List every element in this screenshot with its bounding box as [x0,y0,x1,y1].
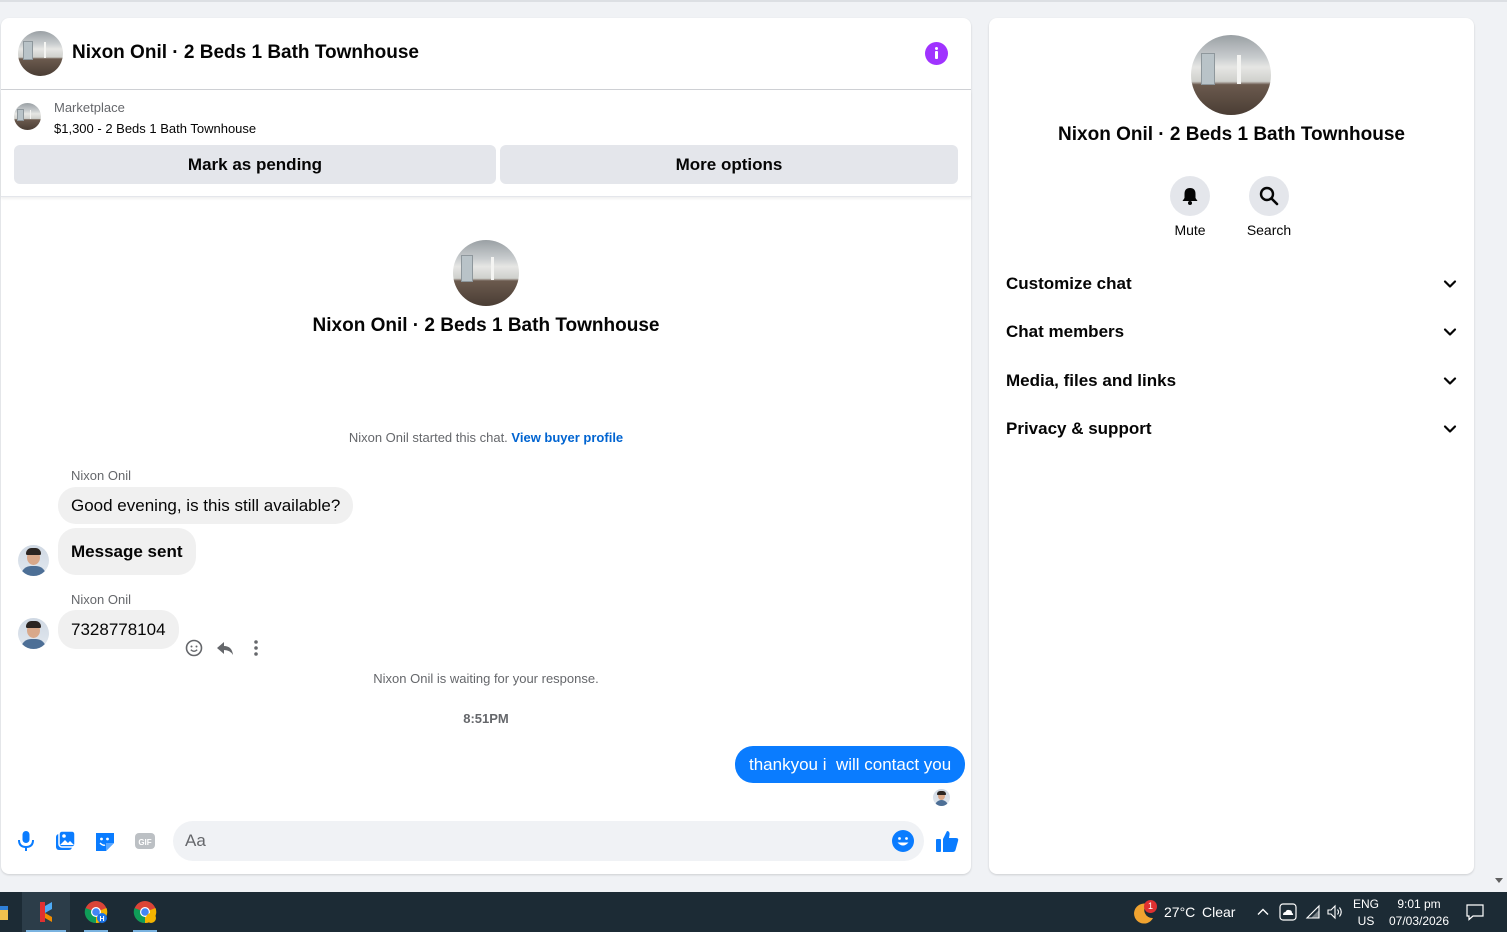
folder-icon [0,906,8,920]
chevron-down-icon [1443,328,1457,336]
details-title: Nixon Onil · 2 Beds 1 Bath Townhouse [1058,124,1405,145]
chat-panel: Nixon Onil · 2 Beds 1 Bath Townhouse Mar… [1,18,971,874]
windows-taskbar: H 1 27°C Clear ENG US 9:01 pm 07/03/2026 [0,892,1507,932]
sender-avatar[interactable] [18,545,49,576]
microphone-icon[interactable] [13,829,39,853]
clock-date: 07/03/2026 [1388,914,1450,928]
volume-icon[interactable] [1326,904,1344,920]
incoming-message[interactable]: Message sent [58,528,196,575]
more-options-button[interactable]: More options [500,145,958,184]
chat-started-notice: Nixon Onil started this chat. View buyer… [1,430,971,445]
section-media-files-links[interactable]: Media, files and links [1006,363,1458,399]
section-label: Media, files and links [1006,371,1177,390]
onedrive-cloud-icon[interactable] [1279,903,1297,921]
app-icon [40,902,52,922]
photo-icon[interactable] [52,829,78,853]
taskbar-active-app[interactable] [22,892,70,932]
svg-text:GIF: GIF [138,838,151,847]
conversation-title[interactable]: Nixon Onil · 2 Beds 1 Bath Townhouse [72,42,419,64]
scrollbar-down-arrow[interactable] [1495,878,1503,883]
mute-button[interactable] [1170,176,1210,216]
section-label: Privacy & support [1006,419,1152,438]
chat-header: Nixon Onil · 2 Beds 1 Bath Townhouse [1,18,971,90]
message-input[interactable] [185,821,885,861]
section-label: Customize chat [1006,274,1132,293]
sticker-icon[interactable] [92,829,118,853]
react-emoji-icon[interactable] [183,637,205,659]
listing-avatar[interactable] [18,31,63,76]
clock-time: 9:01 pm [1397,897,1441,911]
like-thumbs-up-icon[interactable] [934,828,960,854]
chevron-down-icon [1443,280,1457,288]
search-icon [1259,186,1279,206]
message-composer[interactable] [173,821,924,861]
chevron-up-icon[interactable] [1256,905,1270,919]
message-timestamp: 8:51PM [463,711,509,726]
weather-notification-badge: 1 [1144,900,1157,913]
browser-top-border [0,0,1507,2]
bell-icon [1182,188,1198,205]
intro-listing-avatar [453,240,519,306]
weather-widget[interactable]: 1 27°C Clear [1130,892,1240,932]
chevron-down-icon [1443,425,1457,433]
section-chat-members[interactable]: Chat members [1006,314,1458,350]
weather-temperature: 27°C [1164,904,1196,920]
chat-started-text: Nixon Onil started this chat. [348,430,508,445]
section-customize-chat[interactable]: Customize chat [1006,266,1458,302]
chevron-down-icon [1443,377,1457,385]
info-icon[interactable] [925,42,948,65]
view-buyer-profile-link[interactable]: View buyer profile [511,430,623,445]
emoji-icon[interactable] [891,829,915,853]
section-label: Chat members [1006,322,1125,341]
message-sender-name: Nixon Onil [71,468,131,483]
details-listing-avatar[interactable] [1191,35,1271,115]
gif-icon[interactable]: GIF [132,829,158,853]
taskbar-chrome-profile-2[interactable] [121,892,169,932]
language-code: ENG [1352,897,1379,911]
taskbar-chrome-profile-h[interactable]: H [72,892,120,932]
chrome-icon: H [84,901,108,924]
region-code: US [1357,914,1375,928]
conversation-details-panel: Nixon Onil · 2 Beds 1 Bath Townhouse Mut… [989,18,1474,874]
taskbar-file-explorer[interactable] [0,892,10,932]
chrome-icon [133,901,157,924]
mute-label: Mute [1174,222,1206,238]
system-clock[interactable]: 9:01 pm 07/03/2026 [1385,895,1453,929]
notification-center-icon[interactable] [1465,903,1485,921]
svg-text:H: H [99,916,104,923]
message-sender-name: Nixon Onil [71,592,131,607]
sender-avatar[interactable] [18,618,49,649]
network-icon[interactable] [1305,904,1321,920]
seen-receipt-avatar [933,789,950,806]
search-label: Search [1246,222,1292,238]
intro-title: Nixon Onil · 2 Beds 1 Bath Townhouse [312,315,660,336]
incoming-message[interactable]: Good evening, is this still available? [58,487,354,524]
more-actions-icon[interactable] [245,637,267,659]
marketplace-listing-thumbnail[interactable] [14,103,41,130]
marketplace-listing-title[interactable]: $1,300 - 2 Beds 1 Bath Townhouse [54,121,256,136]
marketplace-banner: Marketplace $1,300 - 2 Beds 1 Bath Townh… [1,91,971,197]
search-button[interactable] [1249,176,1289,216]
marketplace-label: Marketplace [54,100,125,115]
waiting-notice: Nixon Onil is waiting for your response. [373,671,599,686]
reply-icon[interactable] [214,637,236,659]
mark-as-pending-button[interactable]: Mark as pending [14,145,496,184]
incoming-message[interactable]: 7328778104 [58,610,179,649]
weather-description: Clear [1202,904,1236,920]
outgoing-message[interactable]: thankyou i will contact you [735,746,966,783]
section-privacy-support[interactable]: Privacy & support [1006,411,1458,447]
language-indicator[interactable]: ENG US [1350,895,1382,929]
